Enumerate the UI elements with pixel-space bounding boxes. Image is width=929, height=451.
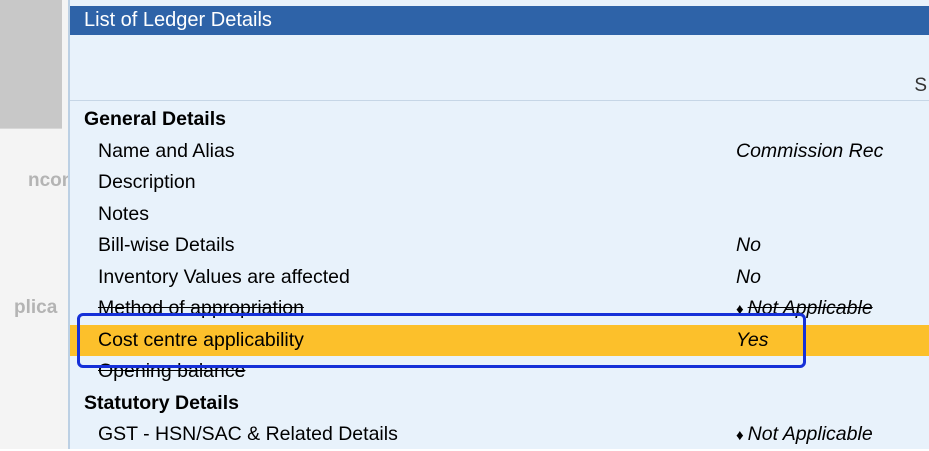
row-label: Name and Alias xyxy=(98,139,235,162)
row-value: No xyxy=(736,265,761,288)
section-label: Statutory Details xyxy=(84,391,239,414)
section-statutory-details: Statutory Details xyxy=(70,388,929,420)
left-divider xyxy=(0,128,62,129)
row-value-wrap: ♦ Not Applicable xyxy=(736,297,873,320)
section-label: General Details xyxy=(84,108,226,130)
row-gst-hsn-sac-details[interactable]: GST - HSN/SAC & Related Details ♦ Not App… xyxy=(70,419,929,451)
diamond-bullet-icon: ♦ xyxy=(736,427,744,444)
row-value: Not Applicable xyxy=(747,423,873,445)
row-notes[interactable]: Notes xyxy=(70,199,929,231)
panel-separator xyxy=(70,100,929,101)
row-value: No xyxy=(736,234,761,256)
left-background-panel: ncon plica xyxy=(0,0,73,449)
row-label: Notes xyxy=(98,202,149,225)
row-label: Description xyxy=(98,171,196,193)
row-description[interactable]: Description xyxy=(70,167,929,199)
row-value: Yes xyxy=(736,328,769,351)
details-list: General Details Name and Alias Commissio… xyxy=(70,104,929,451)
ledger-details-panel: List of Ledger Details S General Details… xyxy=(68,0,929,449)
side-fragment-top: ncon xyxy=(28,170,74,191)
header-fragment: S xyxy=(914,75,927,96)
row-label: Bill-wise Details xyxy=(98,234,235,256)
section-general-details: General Details xyxy=(70,104,929,136)
row-label: Cost centre applicability xyxy=(98,328,304,351)
row-name-and-alias[interactable]: Name and Alias Commission Rec xyxy=(70,136,929,168)
row-cost-centre-applicability[interactable]: Cost centre applicability Yes xyxy=(70,324,929,356)
row-inventory-values-affected[interactable]: Inventory Values are affected No xyxy=(70,262,929,294)
row-bill-wise-details[interactable]: Bill-wise Details No xyxy=(70,230,929,262)
left-dark-block xyxy=(0,0,62,129)
row-label: GST - HSN/SAC & Related Details xyxy=(98,423,398,445)
row-label: Opening balance xyxy=(98,360,246,382)
row-value: Commission Rec xyxy=(736,139,884,162)
panel-title: List of Ledger Details xyxy=(70,6,929,35)
row-method-of-appropriation[interactable]: Method of appropriation ♦ Not Applicable xyxy=(70,293,929,325)
row-label: Method of appropriation xyxy=(98,297,304,319)
diamond-bullet-icon: ♦ xyxy=(736,301,744,318)
row-value-wrap: ♦ Not Applicable xyxy=(736,423,873,446)
row-opening-balance[interactable]: Opening balance xyxy=(70,356,929,388)
row-label: Inventory Values are affected xyxy=(98,265,350,288)
side-fragment-bottom: plica xyxy=(14,297,58,318)
row-value: Not Applicable xyxy=(747,297,873,319)
